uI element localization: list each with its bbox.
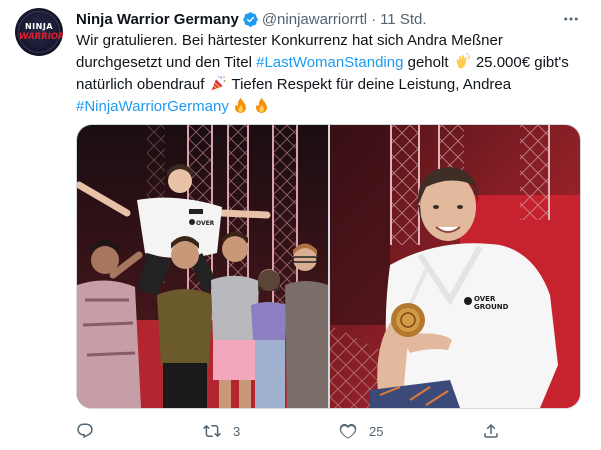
tweet-text-line-4: #NinjaWarriorGermany [76, 96, 588, 118]
tweet-actions: 3 25 [76, 420, 588, 442]
hashtag-link-lastwomanstanding[interactable]: #LastWomanStanding [256, 54, 403, 71]
more-options-button[interactable] [558, 8, 584, 30]
timestamp[interactable]: 11 Std. [380, 11, 426, 28]
reply-icon [77, 423, 93, 439]
tweet-text-line-2: durchgesetzt und den Titel #LastWomanSta… [76, 52, 588, 74]
like-button[interactable]: 25 [339, 420, 383, 442]
retweet-button[interactable]: 3 [203, 420, 240, 442]
verified-badge-icon [243, 11, 258, 27]
text-segment: 25.000€ gibt's [471, 54, 569, 71]
text-segment: Tiefen Respekt für deine Leistung, Andre… [227, 76, 512, 93]
reply-button[interactable] [76, 420, 106, 442]
avatar-logo-line1: NINJA [24, 22, 54, 31]
photo-andrea-medal-image: OVER GROUND [330, 125, 580, 408]
fire-emoji-icon [234, 97, 246, 113]
author-handle[interactable]: @ninjawarriorrtl [262, 11, 367, 28]
fire-emoji-icon [255, 97, 267, 113]
avatar[interactable]: NINJA WARRIOR [15, 8, 63, 56]
share-icon [484, 423, 498, 438]
retweet-icon [203, 424, 221, 438]
tweet-text-line-1: Wir gratulieren. Bei härtester Konkurren… [76, 30, 588, 52]
tweet-text: Wir gratulieren. Bei härtester Konkurren… [76, 30, 588, 118]
heart-icon [339, 424, 357, 439]
avatar-logo-line2: WARRIOR [19, 32, 63, 42]
text-segment: natürlich obendrauf [76, 76, 209, 93]
party-popper-emoji-icon [211, 76, 225, 91]
tweet-header: Ninja Warrior Germany @ninjawarriorrtl ·… [76, 8, 427, 30]
separator-dot: · [371, 10, 377, 28]
shirt-logo-text: OVER [196, 220, 215, 227]
retweet-count: 3 [233, 423, 241, 439]
photo-celebration-group-image: OVER [77, 125, 328, 408]
photo-celebration-group[interactable]: OVER [77, 125, 328, 408]
shirt-logo-text-1: OVER [474, 295, 496, 303]
author-name[interactable]: Ninja Warrior Germany [76, 11, 239, 28]
tweet-text-line-3: natürlich obendrauf Tiefen Respekt für d… [76, 74, 588, 96]
like-count: 25 [369, 423, 384, 439]
share-button[interactable] [482, 420, 512, 442]
hashtag-link-ninjawarriorgermany[interactable]: #NinjaWarriorGermany [76, 98, 229, 115]
shirt-logo-text-2: GROUND [474, 303, 509, 311]
clapping-hands-emoji-icon [456, 53, 470, 69]
ellipsis-icon [564, 17, 578, 21]
photo-andrea-medal[interactable]: OVER GROUND [330, 125, 580, 408]
media-grid: OVER OVER GROUND [76, 124, 581, 409]
text-segment: geholt [403, 54, 453, 71]
text-segment: durchgesetzt und den Titel [76, 54, 257, 71]
tweet[interactable]: NINJA WARRIOR Ninja Warrior Germany @nin… [0, 0, 601, 450]
text-segment: Wir gratulieren. Bei härtester Konkurren… [76, 32, 503, 49]
